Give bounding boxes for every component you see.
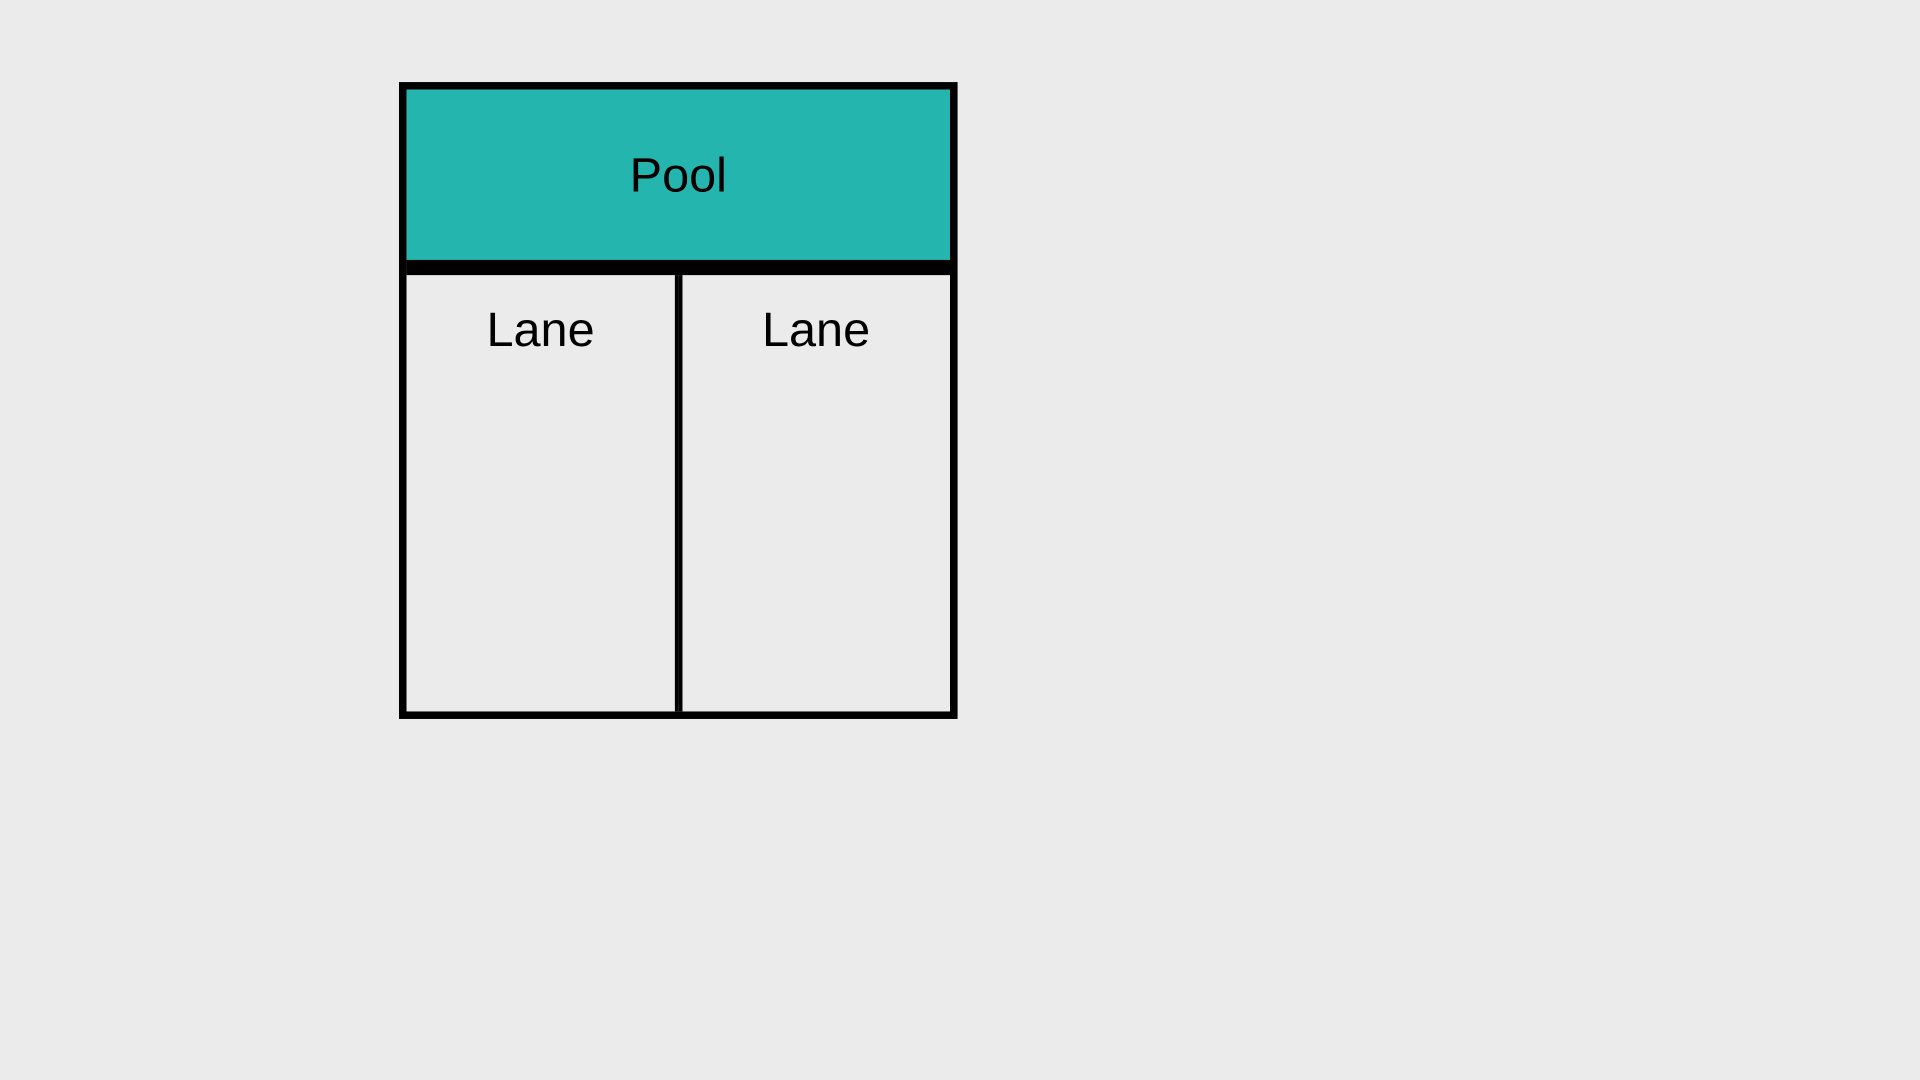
pool-header: Pool xyxy=(407,90,950,268)
pool: Pool Lane Lane xyxy=(399,82,958,719)
pool-header-label: Pool xyxy=(630,147,727,203)
lane-2-label: Lane xyxy=(762,301,870,357)
lanes-row: Lane Lane xyxy=(407,268,950,712)
lane-1: Lane xyxy=(407,275,679,711)
lane-1-label: Lane xyxy=(486,301,594,357)
lane-2: Lane xyxy=(678,275,950,711)
